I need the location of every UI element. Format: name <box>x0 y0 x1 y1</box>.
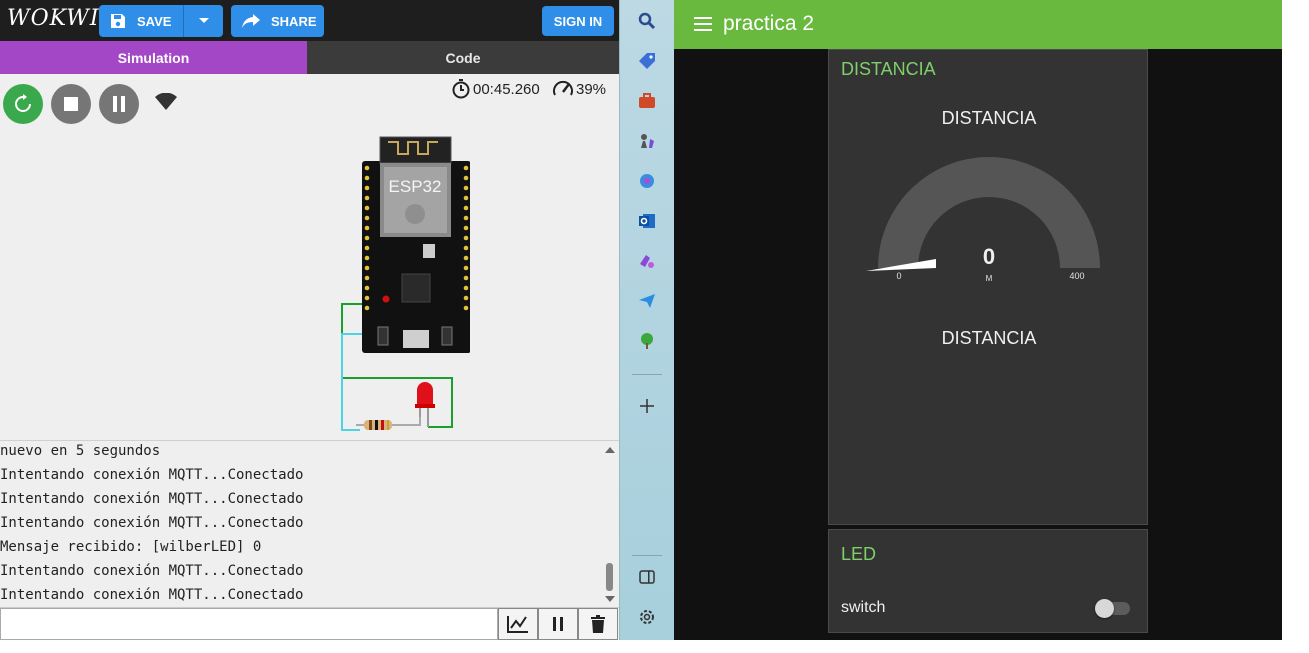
pause-simulation-button[interactable] <box>99 84 139 124</box>
serial-scrollbar[interactable] <box>603 441 617 607</box>
share-label: SHARE <box>271 13 317 29</box>
distance-gauge: 0 M 0 400 <box>866 157 1100 283</box>
gauge-max: 400 <box>1069 271 1084 281</box>
node-red-dashboard: practica 2 DISTANCIA DISTANCIA 0 M 0 400… <box>674 0 1282 640</box>
tree-icon[interactable] <box>637 331 657 351</box>
resistor <box>356 417 421 430</box>
sidebar-divider <box>632 555 662 556</box>
games-icon[interactable] <box>637 251 657 271</box>
browser-sidebar <box>619 0 674 640</box>
serial-line: Intentando conexión MQTT...Conectado <box>0 491 304 507</box>
wokwi-logo[interactable]: WOKWI <box>7 6 100 31</box>
chart-line-icon <box>507 616 528 633</box>
usb-port <box>403 330 429 348</box>
save-dropdown-button[interactable] <box>183 5 223 37</box>
copilot-icon[interactable] <box>637 171 657 191</box>
gauge-title: DISTANCIA <box>941 108 1037 128</box>
outlook-icon[interactable] <box>637 211 657 231</box>
speedometer-icon <box>553 80 573 96</box>
scrollbar-thumb[interactable] <box>606 563 613 591</box>
signal-wire <box>341 333 362 431</box>
scroll-down-icon[interactable] <box>603 594 617 604</box>
save-button[interactable]: SAVE <box>99 5 183 37</box>
tab-simulation[interactable]: Simulation <box>0 41 307 74</box>
speed-value: 39% <box>576 80 607 98</box>
serial-line: Intentando conexión MQTT...Conectado <box>0 515 304 531</box>
stopwatch-icon <box>452 79 470 99</box>
timer-value: 00:45.260 <box>473 80 540 98</box>
restart-simulation-button[interactable] <box>3 84 43 124</box>
led-switch-knob[interactable] <box>1095 599 1114 618</box>
esp32-circuit-diagram[interactable]: ESP32 <box>330 134 470 439</box>
gauge-value: 0 <box>983 244 995 269</box>
save-label: SAVE <box>137 13 172 29</box>
serial-line: Mensaje recibido: [wilberLED] 0 <box>0 539 262 555</box>
floppy-icon <box>111 14 125 28</box>
serial-line: Intentando conexión MQTT...Conectado <box>0 587 304 603</box>
gauge-units: M <box>986 274 993 283</box>
share-icon <box>242 14 260 28</box>
simulation-timer: 00:45.260 <box>451 79 540 99</box>
dashboard-header: practica 2 <box>674 0 1282 49</box>
scroll-up-icon[interactable] <box>603 445 617 455</box>
plotter-button[interactable] <box>498 608 538 640</box>
onboard-led <box>382 295 390 303</box>
serial-toolbar <box>0 607 619 640</box>
serial-output: nuevo en 5 segundos Intentando conexión … <box>0 441 600 607</box>
serial-line: Intentando conexión MQTT...Conectado <box>0 467 304 483</box>
distancia-group: DISTANCIA DISTANCIA 0 M 0 400 DISTANCIA <box>828 49 1148 525</box>
restart-icon <box>15 94 31 112</box>
pause-icon <box>553 617 563 631</box>
menu-icon[interactable] <box>694 17 712 31</box>
group-title: LED <box>841 544 877 564</box>
stop-icon <box>64 97 78 111</box>
tag-icon[interactable] <box>637 51 657 71</box>
tab-code[interactable]: Code <box>307 41 619 74</box>
pause-icon <box>113 96 125 112</box>
serial-monitor[interactable]: nuevo en 5 segundos Intentando conexión … <box>0 440 619 607</box>
sidebar-divider <box>632 374 662 375</box>
chess-icon[interactable] <box>637 131 657 151</box>
wokwi-topbar: WOKWI SAVE SHARE SIGN IN <box>0 0 619 41</box>
esp32-label: ESP32 <box>389 177 442 196</box>
serial-line: nuevo en 5 segundos <box>0 443 161 459</box>
serial-line: Intentando conexión MQTT...Conectado <box>0 563 304 579</box>
serial-pause-button[interactable] <box>538 608 578 640</box>
settings-icon[interactable] <box>637 607 657 627</box>
toolbox-icon[interactable] <box>637 91 657 111</box>
simulation-canvas[interactable]: 00:45.260 39% ESP32 <box>0 74 619 440</box>
stop-simulation-button[interactable] <box>51 84 91 124</box>
switch-label: switch <box>841 599 886 616</box>
split-view-icon[interactable] <box>637 567 657 587</box>
simulation-speed: 39% <box>552 79 606 99</box>
trash-icon <box>591 615 605 633</box>
clear-serial-button[interactable] <box>578 608 618 640</box>
wifi-icon <box>155 93 177 110</box>
search-icon[interactable] <box>637 11 657 31</box>
gauge-min: 0 <box>896 271 901 281</box>
send-icon[interactable] <box>637 291 657 311</box>
wokwi-panel: WOKWI SAVE SHARE SIGN IN Simulation Code <box>0 0 619 640</box>
serial-input[interactable] <box>0 608 498 640</box>
red-led <box>415 382 435 427</box>
editor-tabs: Simulation Code <box>0 41 619 74</box>
add-icon[interactable] <box>637 396 657 416</box>
group-title: DISTANCIA <box>841 59 936 79</box>
share-button[interactable]: SHARE <box>231 5 324 37</box>
chevron-down-icon <box>198 18 209 23</box>
esp32-antenna <box>379 136 452 164</box>
gauge-label: DISTANCIA <box>941 328 1037 348</box>
dashboard-title: practica 2 <box>723 12 815 35</box>
sign-in-button[interactable]: SIGN IN <box>542 6 614 36</box>
led-group: LED switch <box>828 529 1148 633</box>
